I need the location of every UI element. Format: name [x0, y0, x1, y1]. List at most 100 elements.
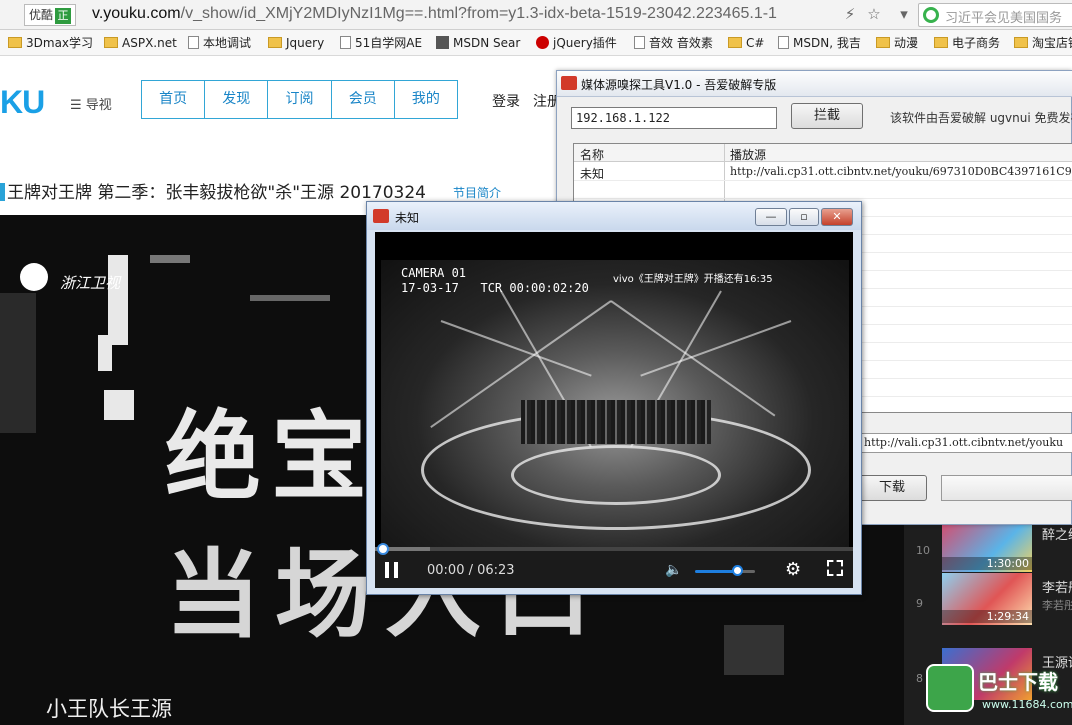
folder-icon: [1014, 37, 1028, 48]
column-source[interactable]: 播放源: [730, 146, 766, 163]
channel-logo: 浙江卫视: [20, 263, 140, 299]
folder-icon: [8, 37, 22, 48]
broadcast-banner: vivo《王牌对王牌》开播还有16:35: [613, 274, 773, 285]
program-intro-link[interactable]: 节目简介: [453, 184, 501, 201]
table-header: 名称 播放源: [574, 144, 1072, 162]
bookmark-item[interactable]: 3Dmax学习: [8, 34, 93, 52]
tab-mine[interactable]: 我的: [395, 81, 457, 118]
player-titlebar[interactable]: 未知 — ▫ ✕: [367, 202, 861, 230]
maximize-button[interactable]: ▫: [789, 208, 819, 226]
page-icon: [188, 36, 199, 49]
tab-home[interactable]: 首页: [142, 81, 206, 118]
column-name[interactable]: 名称: [580, 146, 604, 163]
glitch-block: [250, 295, 330, 301]
subtitle-caption: 小王队长王源: [46, 697, 172, 721]
site-badge[interactable]: 优酷正: [24, 4, 77, 26]
list-item-title: 李若彤: [1042, 581, 1072, 596]
bookmark-item[interactable]: ASPX.net: [104, 34, 177, 52]
title-marker: [0, 183, 5, 201]
url-path: /v_show/id_XMjY2MDIyNzI1Mg==.html?from=y…: [180, 5, 777, 22]
folder-icon: [728, 37, 742, 48]
video-frame: CAMERA 01 17-03-17 TCR 00:00:02:20 vivo《…: [381, 260, 849, 550]
row-name: 未知: [580, 167, 605, 181]
youku-logo[interactable]: KU: [0, 84, 45, 121]
overlay-title-1: 绝宝: [165, 401, 377, 513]
light-beam: [640, 320, 792, 377]
pause-icon[interactable]: [385, 562, 399, 578]
seek-bar[interactable]: [375, 547, 853, 551]
table-row[interactable]: 未知 http://vali.cp31.ott.cibntv.net/youku…: [574, 163, 1072, 181]
ip-address-input[interactable]: 192.168.1.122: [571, 107, 777, 129]
bookmark-item[interactable]: jQuery插件: [536, 34, 617, 52]
bookmark-item[interactable]: 电子商务: [934, 34, 1000, 52]
video-title: 王牌对王牌 第二季：张丰毅拔枪欲"杀"王源 20170324: [0, 178, 426, 203]
sniffer-title: 媒体源嗅探工具V1.0 - 吾爱破解专版: [581, 78, 777, 92]
tab-subscribe[interactable]: 订阅: [268, 81, 332, 118]
folder-icon: [268, 37, 282, 48]
search-input[interactable]: 习近平会见美国国务: [918, 3, 1072, 27]
page-icon: [340, 36, 351, 49]
performers: [521, 400, 711, 444]
url-domain: v.youku.com: [92, 5, 181, 22]
address-bar: 优酷正 v.youku.com/v_show/id_XMjY2MDIyNzI1M…: [0, 0, 1072, 30]
watermark-url: www.11684.com: [982, 698, 1072, 711]
jquery-icon: [536, 36, 549, 49]
list-item-number: 9: [916, 597, 923, 610]
bookmark-item[interactable]: MSDN Sear: [436, 34, 520, 52]
folder-icon: [104, 37, 118, 48]
channel-name: 浙江卫视: [60, 274, 121, 292]
bookmark-item[interactable]: Jquery: [268, 34, 324, 52]
minimize-button[interactable]: —: [755, 208, 787, 226]
url-input[interactable]: v.youku.com/v_show/id_XMjY2MDIyNzI1Mg==.…: [92, 2, 837, 26]
list-item-subtitle: 李若彤: [1042, 599, 1072, 612]
close-button[interactable]: ✕: [821, 208, 853, 226]
bookmark-item[interactable]: C#: [728, 34, 764, 52]
bookmark-item[interactable]: MSDN, 我吉: [778, 34, 861, 52]
folder-icon: [876, 37, 890, 48]
menu-icon: ☰: [70, 98, 86, 113]
msdn-icon: [436, 36, 449, 49]
camera-overlay: CAMERA 01 17-03-17 TCR 00:00:02:20: [401, 266, 589, 295]
fullscreen-icon[interactable]: [827, 560, 843, 576]
duration-badge: 1:29:34: [942, 610, 1032, 623]
player-window: 未知 — ▫ ✕ CAMERA 01 17-03-17 TCR 00:00:02…: [366, 201, 862, 595]
folder-icon: [934, 37, 948, 48]
duration-badge: 1:30:00: [942, 557, 1032, 570]
search-text: 习近平会见美国国务: [945, 11, 1063, 26]
volume-slider[interactable]: [695, 570, 755, 573]
gear-icon[interactable]: ⚙: [785, 559, 801, 580]
source-url-field[interactable]: http://vali.cp31.ott.cibntv.net/youku: [859, 433, 1072, 453]
lightning-icon[interactable]: ⚡: [840, 4, 860, 24]
app-icon: [373, 209, 389, 223]
app-icon: [561, 76, 577, 90]
tab-vip[interactable]: 会员: [332, 81, 395, 118]
glitch-block: [0, 293, 36, 433]
glitch-block: [98, 335, 112, 371]
login-link[interactable]: 登录: [492, 91, 520, 111]
row-source: http://vali.cp31.ott.cibntv.net/youku/69…: [730, 165, 1072, 178]
glitch-block: [150, 255, 190, 263]
player-title: 未知: [395, 211, 420, 225]
nav-menu[interactable]: ☰ 导视: [70, 94, 112, 113]
stage-ring: [511, 445, 721, 505]
table-row: [574, 181, 1072, 199]
main-nav: 首页 发现 订阅 会员 我的: [141, 80, 458, 119]
chevron-down-icon[interactable]: ▾: [894, 4, 914, 24]
volume-icon[interactable]: 🔈: [665, 562, 683, 578]
star-icon[interactable]: ☆: [864, 4, 884, 24]
download-button[interactable]: 下载: [857, 475, 927, 501]
tab-discover[interactable]: 发现: [205, 81, 269, 118]
seek-handle[interactable]: [377, 543, 389, 555]
list-item[interactable]: 9 1:29:34 李若彤 李若彤: [904, 573, 1072, 643]
list-item-title: 醉之绿: [1042, 528, 1072, 543]
page-icon: [778, 36, 789, 49]
sniffer-titlebar[interactable]: 媒体源嗅探工具V1.0 - 吾爱破解专版: [557, 71, 1072, 97]
video-surface[interactable]: CAMERA 01 17-03-17 TCR 00:00:02:20 vivo《…: [375, 232, 853, 588]
volume-handle[interactable]: [732, 565, 744, 576]
bookmark-item[interactable]: 本地调试: [188, 34, 251, 52]
bookmark-item[interactable]: 音效 音效素: [634, 34, 713, 52]
bookmark-item[interactable]: 淘宝店铺: [1014, 34, 1072, 52]
intercept-button[interactable]: 拦截: [791, 103, 863, 129]
bookmark-item[interactable]: 动漫: [876, 34, 918, 52]
bookmark-item[interactable]: 51自学网AE: [340, 34, 422, 52]
